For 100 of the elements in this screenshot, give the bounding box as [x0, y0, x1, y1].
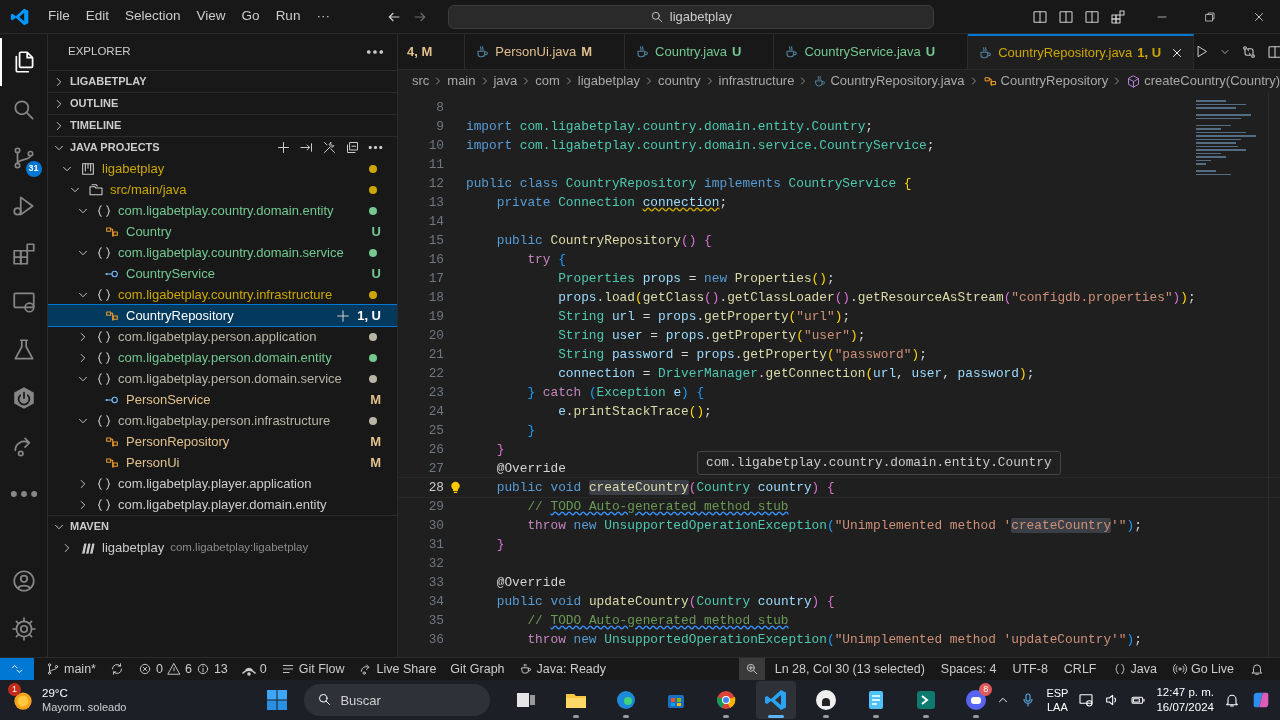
tree-item[interactable]: com.ligabetplay.person.domain.service — [48, 368, 397, 389]
menu-item[interactable]: Selection — [119, 6, 187, 27]
line-number: 21 — [427, 345, 444, 364]
code-token: url — [873, 365, 897, 381]
status-bar-item[interactable] — [738, 658, 765, 680]
remote-icon — [10, 662, 24, 676]
breadcrumb-item[interactable]: java — [493, 71, 518, 91]
tree-item[interactable]: com.ligabetplay.country.infrastructure — [48, 284, 397, 305]
tree-item[interactable]: com.ligabetplay.person.domain.entity — [48, 347, 397, 368]
status-bar-item[interactable]: 0 — [235, 658, 273, 680]
tree-item[interactable]: PersonUi M — [48, 452, 397, 473]
network-icon[interactable] — [1078, 692, 1095, 708]
status-bar-item[interactable]: Git Graph — [444, 658, 511, 680]
code-token: @Override — [495, 460, 566, 476]
collapse-all-icon[interactable] — [345, 140, 360, 155]
tree-item[interactable]: PersonRepository M — [48, 431, 397, 452]
breadcrumb-item[interactable]: createCountry(Country) — [1126, 71, 1280, 91]
status-bar-item[interactable]: 0 6 13 — [131, 658, 234, 680]
code-token: new — [573, 631, 598, 647]
section-header[interactable]: JAVA PROJECTS — [48, 136, 397, 158]
tree-item[interactable]: CountryRepository 1, U — [48, 305, 397, 326]
menu-item[interactable]: Edit — [79, 6, 116, 27]
tree-item[interactable]: com.ligabetplay.country.domain.entity — [48, 200, 397, 221]
code-token: load — [604, 289, 635, 305]
status-bar-item[interactable]: main* — [40, 658, 102, 680]
split-editor-icon[interactable] — [1267, 43, 1280, 60]
code-token: ; — [719, 194, 728, 210]
tree-item[interactable]: ligabetplay com.ligabetplay:ligabetplay — [48, 537, 397, 558]
tools-icon[interactable] — [322, 140, 337, 155]
status-bar-item[interactable]: Go Live — [1166, 658, 1240, 680]
tree-item[interactable]: com.ligabetplay.player.domain.entity — [48, 494, 397, 515]
breadcrumb-item[interactable]: CountryRepository — [982, 71, 1109, 91]
tree-item[interactable]: Country U — [48, 221, 397, 242]
breadcrumb-item[interactable]: main — [447, 71, 476, 91]
section-header[interactable]: MAVEN — [48, 515, 397, 537]
breadcrumb-item[interactable]: ligabetplay — [577, 71, 640, 91]
code-token: props — [696, 346, 735, 362]
status-bar-item[interactable]: Git Flow — [274, 658, 351, 680]
code-token: ( — [688, 479, 697, 495]
taskbar-app[interactable] — [756, 681, 797, 719]
vscode-logo-icon — [10, 6, 30, 27]
breadcrumb-item[interactable]: CountryRepository.java — [812, 71, 965, 91]
tree-item-label: com.ligabetplay.country.domain.service — [118, 243, 344, 262]
breadcrumb-item[interactable]: country — [657, 71, 701, 91]
tree-item[interactable]: com.ligabetplay.player.application — [48, 473, 397, 494]
tree-item[interactable]: com.ligabetplay.person.application — [48, 326, 397, 347]
primary-sidebar-toggle-icon[interactable] — [1032, 8, 1048, 25]
tree-item[interactable]: com.ligabetplay.country.domain.service — [48, 242, 397, 263]
clock[interactable]: 12:47 p. m. 16/07/2024 — [1156, 685, 1214, 715]
secondary-sidebar-toggle-icon[interactable] — [1084, 8, 1100, 25]
menu-item[interactable]: ··· — [310, 6, 336, 27]
tree-item-label: PersonRepository — [126, 432, 230, 451]
status-bar-item[interactable]: Ln 28, Col 30 (13 selected) — [768, 658, 931, 680]
chat-app-icon — [964, 688, 989, 712]
code-token: ; — [1026, 365, 1035, 381]
branch-icon — [46, 662, 60, 676]
menu-item[interactable]: View — [190, 6, 232, 27]
code-token: country — [757, 593, 812, 609]
section-header[interactable]: OUTLINE — [48, 92, 397, 114]
status-bar-item[interactable]: Live Share — [352, 658, 443, 680]
tree-item[interactable]: src/main/java — [48, 179, 397, 200]
status-bar-item[interactable]: Java — [1106, 658, 1163, 680]
compare-icon[interactable] — [1241, 43, 1258, 60]
breadcrumb-item[interactable]: src — [412, 71, 430, 91]
editor-tab[interactable]: CountryRepository.java 1, U — [968, 34, 1195, 69]
status-bar-item[interactable]: CRLF — [1057, 658, 1103, 680]
braces-icon — [1112, 662, 1127, 676]
code-token: e — [557, 403, 566, 419]
section-header[interactable]: LIGABETPLAY — [48, 70, 397, 92]
keyboard-language[interactable]: ESP LAA — [1046, 686, 1069, 714]
breadcrumb-item[interactable]: infrastructure — [718, 71, 795, 91]
go-to-icon[interactable] — [299, 140, 314, 155]
notification-icon[interactable] — [1223, 692, 1240, 708]
status-bar-item[interactable]: Spaces: 4 — [934, 658, 1003, 680]
menu-item[interactable]: Run — [269, 6, 307, 27]
taskbar-app[interactable]: 8 — [956, 681, 997, 719]
more-actions-icon[interactable] — [368, 146, 383, 149]
command-center-search[interactable]: ligabetplay — [447, 4, 934, 29]
start-icon[interactable] — [266, 689, 289, 711]
status-bar-item[interactable]: UTF-8 — [1006, 658, 1054, 680]
search-field[interactable]: Buscar — [304, 684, 491, 716]
tree-item[interactable]: com.ligabetplay.person.infrastructure — [48, 410, 397, 431]
status-bar-item[interactable]: Java: Ready — [512, 658, 612, 680]
add-icon[interactable] — [276, 140, 291, 155]
code-token: = — [687, 270, 698, 286]
tree-item[interactable]: PersonService M — [48, 389, 397, 410]
code-token: { — [825, 593, 835, 609]
tree-item[interactable]: ligabetplay — [48, 158, 397, 179]
menu-item[interactable]: Go — [235, 6, 266, 27]
section-header[interactable]: TIMELINE — [48, 114, 397, 136]
menu-item[interactable]: File — [42, 6, 76, 27]
code-token: user — [911, 365, 943, 381]
tree-item[interactable]: CountryService U — [48, 263, 397, 284]
restore-icon[interactable] — [1204, 10, 1216, 23]
code-token: ) — [1019, 365, 1027, 381]
more-actions-icon[interactable] — [367, 50, 383, 54]
code-token: ) — [1172, 289, 1181, 305]
breadcrumb-item[interactable]: com — [535, 71, 560, 91]
activity-bar-item[interactable]: 31 — [0, 134, 48, 182]
layout-icon[interactable] — [1110, 8, 1126, 25]
